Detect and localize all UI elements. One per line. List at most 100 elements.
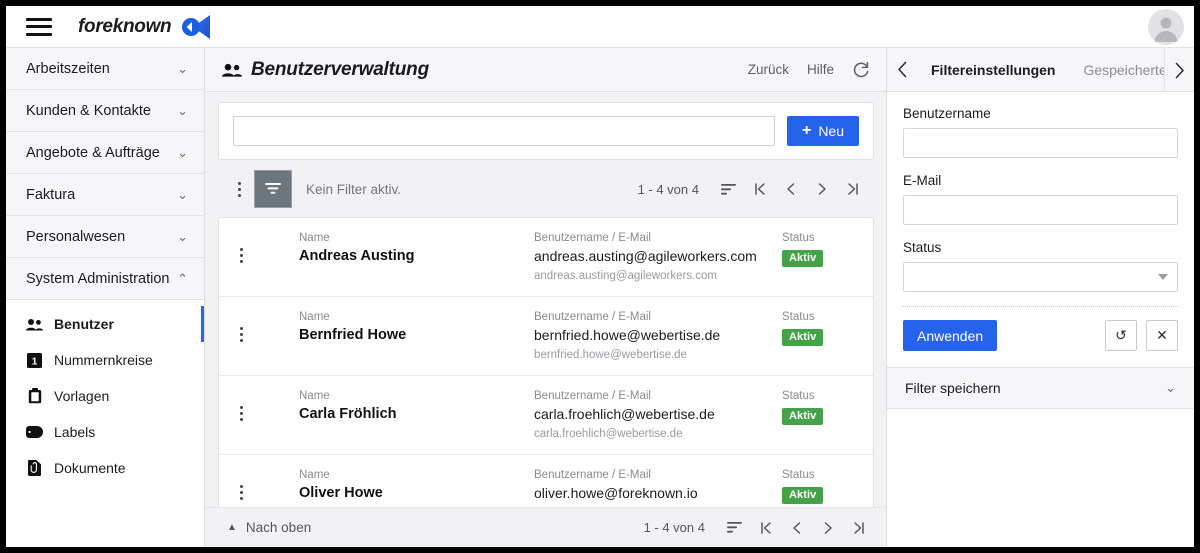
scroll-to-top-label: Nach oben <box>245 520 312 535</box>
apply-filter-button[interactable]: Anwenden <box>903 320 998 351</box>
last-page-icon[interactable] <box>843 514 874 542</box>
cell-status: Status Aktiv <box>782 311 859 346</box>
user-name: Bernfried Howe <box>299 327 407 343</box>
sidebar-group-label: System Administration <box>26 270 170 287</box>
user-email: bernfried.howe@webertise.de <box>534 349 687 361</box>
first-page-icon[interactable] <box>744 175 775 203</box>
chevron-up-icon: ⌃ <box>177 271 188 286</box>
tag-icon <box>26 426 43 438</box>
previous-page-icon[interactable] <box>781 514 812 542</box>
filter-panel-body: Benutzername E-Mail Status Anwenden ↺ ✕ … <box>887 92 1194 547</box>
record-count: 1 - 4 von 4 <box>637 181 699 197</box>
app-window: foreknown Arbeitszeiten ⌄ Kunden & Konta… <box>0 0 1200 553</box>
tab-filtereinstellungen[interactable]: Filtereinstellungen <box>917 62 1069 78</box>
user-email: carla.froehlich@webertise.de <box>534 428 683 440</box>
cell-username: Benutzername / E-Mail oliver.howe@forekn… <box>534 469 782 507</box>
record-count: 1 - 4 von 4 <box>643 520 705 535</box>
new-button-label: Neu <box>818 123 844 139</box>
page-header-actions: Zurück Hilfe <box>748 61 870 79</box>
table-row[interactable]: Name Carla Fröhlich Benutzername / E-Mai… <box>219 376 873 455</box>
column-label-name: Name <box>299 469 330 481</box>
sidebar-group-kunden-kontakte[interactable]: Kunden & Kontakte ⌄ <box>6 90 204 132</box>
user-username: bernfried.howe@webertise.de <box>534 327 721 343</box>
user-username: andreas.austing@agileworkers.com <box>534 248 757 264</box>
sidebar-item-dokumente[interactable]: Dokumente <box>6 450 204 486</box>
chevron-down-icon: ⌄ <box>177 187 188 202</box>
table-row[interactable]: Name Andreas Austing Benutzername / E-Ma… <box>219 218 873 297</box>
users-icon <box>26 318 43 331</box>
sidebar-group-system-administration[interactable]: System Administration ⌃ <box>6 258 204 300</box>
bottom-bar: ▲ Nach oben 1 - 4 von 4 <box>205 507 886 547</box>
previous-page-icon[interactable] <box>775 175 806 203</box>
search-input[interactable] <box>233 116 775 146</box>
row-menu-icon[interactable] <box>233 232 249 263</box>
sidebar-group-personalwesen[interactable]: Personalwesen ⌄ <box>6 216 204 258</box>
column-label-username: Benutzername / E-Mail <box>534 469 651 481</box>
sort-icon[interactable] <box>719 514 750 542</box>
clipboard-icon <box>26 388 43 404</box>
chevron-down-icon: ⌄ <box>177 61 188 76</box>
next-page-icon[interactable] <box>806 175 837 203</box>
more-options-icon[interactable] <box>232 181 246 197</box>
clear-filter-button[interactable]: ✕ <box>1146 320 1178 351</box>
funnel-icon[interactable] <box>254 170 292 208</box>
sidebar-item-nummernkreise[interactable]: 1 Nummernkreise <box>6 342 204 378</box>
save-filter-section[interactable]: Filter speichern ⌄ <box>887 367 1194 409</box>
filter-email-input[interactable] <box>903 195 1178 225</box>
table-row[interactable]: Name Bernfried Howe Benutzername / E-Mai… <box>219 297 873 376</box>
sidebar-item-vorlagen[interactable]: Vorlagen <box>6 378 204 414</box>
column-label-name: Name <box>299 311 330 323</box>
cell-username: Benutzername / E-Mail carla.froehlich@we… <box>534 390 782 440</box>
document-icon <box>26 460 43 476</box>
row-menu-icon[interactable] <box>233 390 249 421</box>
cell-name: Name Andreas Austing <box>249 232 534 264</box>
page-header: Benutzerverwaltung Zurück Hilfe <box>205 48 886 92</box>
filter-toolbar: Kein Filter aktiv. 1 - 4 von 4 <box>218 169 874 209</box>
chevron-down-icon: ⌄ <box>177 229 188 244</box>
row-menu-icon[interactable] <box>233 311 249 342</box>
user-username: oliver.howe@foreknown.io <box>534 485 698 501</box>
help-button[interactable]: Hilfe <box>807 62 834 77</box>
column-label-username: Benutzername / E-Mail <box>534 232 651 244</box>
filter-label-benutzername: Benutzername <box>903 106 991 121</box>
back-button[interactable]: Zurück <box>748 62 789 77</box>
chevron-down-icon: ⌄ <box>177 145 188 160</box>
user-name: Oliver Howe <box>299 485 383 501</box>
refresh-icon[interactable] <box>852 61 870 79</box>
hamburger-icon[interactable] <box>26 17 52 36</box>
sort-icon[interactable] <box>713 175 744 203</box>
cell-status: Status Aktiv <box>782 232 859 267</box>
filter-status-label: Kein Filter aktiv. <box>306 181 402 197</box>
sidebar-group-angebote-auftraege[interactable]: Angebote & Aufträge ⌄ <box>6 132 204 174</box>
first-page-icon[interactable] <box>750 514 781 542</box>
new-button[interactable]: + Neu <box>786 116 859 146</box>
sidebar-group-arbeitszeiten[interactable]: Arbeitszeiten ⌄ <box>6 48 204 90</box>
sidebar-item-label: Nummernkreise <box>54 352 153 368</box>
filter-label-email: E-Mail <box>903 173 942 188</box>
column-label-username: Benutzername / E-Mail <box>534 390 651 402</box>
status-badge: Aktiv <box>782 487 824 504</box>
column-label-name: Name <box>299 232 330 244</box>
brand[interactable]: foreknown <box>78 14 213 40</box>
table-row[interactable]: Name Oliver Howe Benutzername / E-Mail o… <box>219 455 873 507</box>
filter-panel: Filtereinstellungen Gespeicherte Benutze… <box>886 48 1194 547</box>
scroll-to-top-button[interactable]: ▲ Nach oben <box>227 520 311 535</box>
sidebar-group-label: Kunden & Kontakte <box>26 102 151 119</box>
chevron-right-icon[interactable] <box>1164 48 1194 91</box>
reset-filter-button[interactable]: ↺ <box>1105 320 1137 351</box>
sidebar-item-labels[interactable]: Labels <box>6 414 204 450</box>
svg-text:1: 1 <box>32 356 38 367</box>
sidebar-item-label: Dokumente <box>54 460 126 476</box>
next-page-icon[interactable] <box>812 514 843 542</box>
filter-status-select[interactable] <box>903 262 1178 292</box>
last-page-icon[interactable] <box>837 175 868 203</box>
sidebar-item-label: Vorlagen <box>54 388 110 404</box>
chevron-left-icon[interactable] <box>887 48 917 91</box>
sidebar-item-benutzer[interactable]: Benutzer <box>6 306 204 342</box>
row-menu-icon[interactable] <box>233 469 249 500</box>
filter-benutzername-input[interactable] <box>903 128 1178 158</box>
user-avatar[interactable] <box>1148 9 1184 45</box>
sidebar-group-faktura[interactable]: Faktura ⌄ <box>6 174 204 216</box>
foreknown-logo <box>182 14 211 39</box>
sidebar-group-label: Angebote & Aufträge <box>26 144 160 161</box>
